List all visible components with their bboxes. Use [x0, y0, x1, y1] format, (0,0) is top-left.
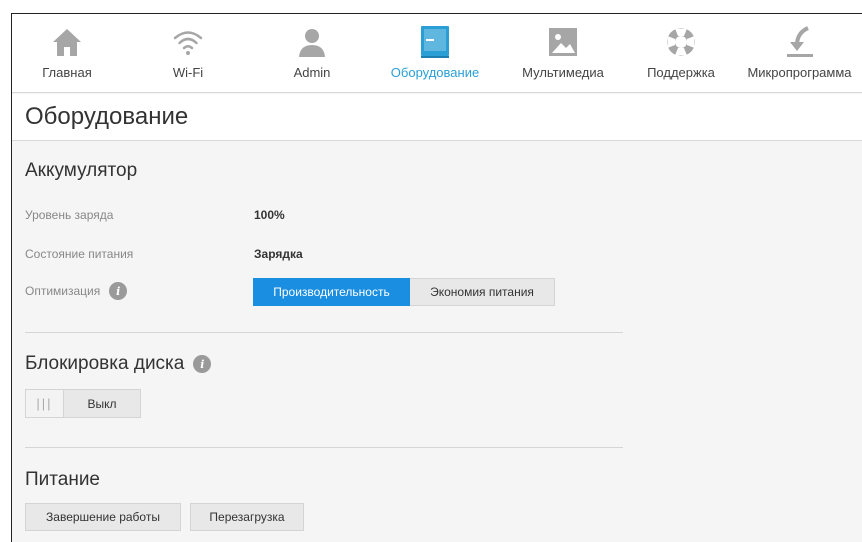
reboot-button[interactable]: Перезагрузка: [190, 503, 304, 531]
nav-label: Главная: [42, 65, 92, 80]
toggle-handle-grip-icon[interactable]: |||: [26, 390, 64, 417]
hardware-icon: [418, 25, 452, 59]
disk-lock-toggle-label: Выкл: [87, 396, 117, 411]
user-icon: [295, 25, 329, 59]
section-divider: [25, 447, 623, 448]
nav-label: Поддержка: [647, 65, 715, 80]
nav-item-multimedia[interactable]: Мультимедиа: [500, 14, 626, 93]
shutdown-button[interactable]: Завершение работы: [25, 503, 181, 531]
nav-item-wifi[interactable]: Wi-Fi: [122, 14, 254, 93]
battery-section-title: Аккумулятор: [25, 160, 138, 181]
nav-item-support[interactable]: Поддержка: [626, 14, 736, 93]
top-navigation: Главная Wi-Fi Admin Оборудование Мультим…: [12, 14, 862, 93]
nav-label: Admin: [293, 65, 331, 80]
power-section-title: Питание: [25, 469, 100, 490]
nav-item-firmware[interactable]: Микропрограмма: [736, 14, 862, 93]
optimization-row: Оптимизация i: [25, 282, 128, 300]
app-window: Главная Wi-Fi Admin Оборудование Мультим…: [11, 13, 862, 542]
optimization-info-icon[interactable]: i: [109, 282, 128, 300]
nav-item-hardware[interactable]: Оборудование: [370, 14, 500, 93]
disk-lock-toggle[interactable]: ||| Выкл: [25, 389, 141, 418]
power-saving-option-button[interactable]: Экономия питания: [410, 278, 555, 306]
power-state-value: Зарядка: [254, 247, 303, 261]
performance-option-button[interactable]: Производительность: [253, 278, 410, 306]
charge-level-value: 100%: [254, 208, 285, 222]
charge-level-label: Уровень заряда: [25, 208, 114, 222]
optimization-segmented-control: Производительность Экономия питания: [253, 278, 555, 306]
nav-label: Мультимедиа: [522, 65, 604, 80]
wifi-icon: [171, 25, 205, 59]
download-arrow-icon: [783, 25, 817, 59]
nav-label: Микропрограмма: [747, 65, 852, 80]
page-title: Оборудование: [25, 103, 189, 130]
optimization-label: Оптимизация: [25, 284, 101, 298]
nav-item-admin[interactable]: Admin: [254, 14, 370, 93]
nav-item-home[interactable]: Главная: [12, 14, 122, 93]
nav-label: Оборудование: [390, 65, 480, 80]
lifebuoy-icon: [664, 25, 698, 59]
disk-lock-info-icon[interactable]: i: [193, 355, 212, 373]
disk-lock-title-text: Блокировка диска: [25, 353, 185, 374]
disk-lock-section-title: Блокировка диска i: [25, 353, 212, 375]
section-divider: [25, 332, 623, 333]
nav-label: Wi-Fi: [172, 65, 204, 80]
page-header: Оборудование: [12, 94, 862, 141]
image-icon: [546, 25, 580, 59]
home-icon: [50, 25, 84, 59]
power-state-label: Состояние питания: [25, 247, 134, 261]
